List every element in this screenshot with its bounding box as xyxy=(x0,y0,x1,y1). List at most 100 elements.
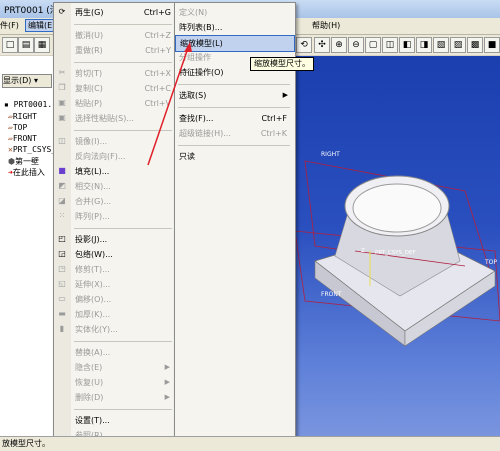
menu-item-label: 合并(G)... xyxy=(75,197,112,206)
tree-item[interactable]: ⬢第一壁 xyxy=(8,156,39,167)
zoom-in-icon[interactable]: ⊕ xyxy=(331,37,347,53)
wrap-icon: ◲ xyxy=(58,249,66,258)
annotation-arrow xyxy=(147,42,192,166)
menu-item-label: 镜像(I)... xyxy=(75,137,108,146)
csys-label: PRT_CSYS_DEF xyxy=(375,250,416,256)
wireframe-icon[interactable]: ▧ xyxy=(433,37,449,53)
menu-item-label: 再生(G) xyxy=(75,8,104,17)
menu-item[interactable]: ▮ 实体化(Y)... xyxy=(60,322,175,337)
refit-icon[interactable]: ▢ xyxy=(365,37,381,53)
menu-item[interactable]: 定义(N) xyxy=(175,5,293,20)
merge-icon: ◪ xyxy=(58,196,66,205)
axis-label-z: Z xyxy=(361,248,365,254)
graphics-viewport[interactable]: RIGHT TOP FRONT PRT_CSYS_DEF Z xyxy=(294,56,500,436)
save-icon[interactable]: ▦ xyxy=(34,37,50,53)
menu-item[interactable]: ◱ 延伸(X)... xyxy=(58,277,175,292)
menu-file[interactable]: 件(F) xyxy=(0,20,19,31)
part-icon: ▪ xyxy=(4,100,9,109)
shaded-icon[interactable]: ■ xyxy=(484,37,500,53)
menu-item-label: 重做(R) xyxy=(75,46,103,55)
menu-item-shortcut: Ctrl+G xyxy=(143,8,171,17)
model-hole xyxy=(352,183,442,233)
menu-item[interactable]: ◲ 包络(W)... xyxy=(58,247,175,262)
menu-help[interactable]: 帮助(H) xyxy=(312,20,340,31)
menu-item[interactable]: 阵列表(B)... xyxy=(175,20,293,35)
menu-item-label: 定义(N) xyxy=(179,8,208,17)
menu-item-label: 投影(J)... xyxy=(75,235,108,244)
trim-icon: ◳ xyxy=(58,264,66,273)
menu-item-label: 反向法向(F)... xyxy=(75,152,126,161)
status-text: 放模型尺寸。 xyxy=(2,439,50,448)
no-hidden-icon[interactable]: ▩ xyxy=(467,37,483,53)
tree-item[interactable]: ▱FRONT xyxy=(8,134,37,143)
model-tree-panel: ▪ PRT0001.PRT ▱RIGHT ▱TOP ▱FRONT ✕PRT_CS… xyxy=(0,56,67,436)
menu-item-label: 选择性粘贴(S)... xyxy=(75,114,134,123)
tree-item[interactable]: ▱RIGHT xyxy=(8,112,37,121)
feature-icon: ⬢ xyxy=(8,157,15,166)
menu-item[interactable]: ◰ 投影(J)... xyxy=(58,232,175,247)
menu-item-label: 复制(C) xyxy=(75,84,103,93)
menu-item[interactable]: ◩ 相交(N)... xyxy=(58,179,175,194)
menu-item[interactable]: 隐含(E) ▶ xyxy=(71,360,175,375)
menu-item-label: 剪切(T) xyxy=(75,69,103,78)
menu-item[interactable]: ⁙ 阵列(P)... xyxy=(59,209,175,224)
submenu-arrow-icon: ▶ xyxy=(164,363,170,371)
menu-item-label: 相交(N)... xyxy=(75,182,111,191)
datum-label-top: TOP xyxy=(484,259,497,266)
menu-separator xyxy=(74,409,172,410)
show-dropdown[interactable]: 显示(D) ▾ xyxy=(2,74,52,88)
menu-item-shortcut: Ctrl+K xyxy=(260,129,287,138)
menu-item[interactable]: 替换(A)... xyxy=(71,345,175,360)
tooltip: 缩放模型尺寸。 xyxy=(250,57,314,71)
mirror-icon: ◫ xyxy=(58,136,66,145)
spin-icon[interactable]: ✣ xyxy=(314,37,330,53)
status-bar: 放模型尺寸。 xyxy=(0,436,500,451)
offset-icon: ▭ xyxy=(58,294,66,303)
submenu-arrow-icon: ▶ xyxy=(164,378,170,386)
thicken-icon: ▬ xyxy=(58,309,66,318)
menu-item-label: 设置(T)... xyxy=(75,416,110,425)
menu-separator xyxy=(74,24,172,25)
menu-item[interactable]: ⟳ 再生(G) Ctrl+G xyxy=(59,5,175,20)
orient-icon[interactable]: ⟲ xyxy=(296,37,312,53)
menu-item[interactable]: ▬ 加厚(K)... xyxy=(58,307,175,322)
zoom-out-icon[interactable]: ⊖ xyxy=(348,37,364,53)
menu-item[interactable]: 恢复(U) ▶ xyxy=(71,375,175,390)
menu-item-label: 偏移(O)... xyxy=(75,295,112,304)
intersect-icon: ◩ xyxy=(58,181,66,190)
menu-item-label: 恢复(U) xyxy=(75,378,104,387)
submenu-arrow-icon: ▶ xyxy=(282,91,288,99)
menu-item[interactable]: ◳ 修剪(T)... xyxy=(58,262,175,277)
tree-item-label: RIGHT xyxy=(12,112,37,121)
tree-item[interactable]: ➜在此插入 xyxy=(8,167,45,178)
menu-item-label: 粘贴(P) xyxy=(75,99,103,108)
open-icon[interactable]: ▤ xyxy=(18,37,34,53)
menu-item[interactable]: 设置(T)... xyxy=(71,413,175,428)
repaint-icon[interactable]: ◫ xyxy=(382,37,398,53)
menu-item-label: 替换(A)... xyxy=(75,348,111,357)
regenerate-icon: ⟳ xyxy=(58,7,66,16)
menu-item[interactable]: ▭ 偏移(O)... xyxy=(58,292,175,307)
saved-views-icon[interactable]: ◧ xyxy=(399,37,415,53)
new-icon[interactable]: □ xyxy=(2,37,18,53)
tree-item-label: 第一壁 xyxy=(14,157,39,166)
menu-item-label: 修剪(T)... xyxy=(75,265,110,274)
menu-item-label: 阵列(P)... xyxy=(75,212,110,221)
menu-item[interactable]: ◪ 合并(G)... xyxy=(58,194,175,209)
menu-item-label: 加厚(K)... xyxy=(75,310,111,319)
menu-item-label: 包络(W)... xyxy=(75,250,113,259)
fill-icon: ■ xyxy=(58,166,66,175)
tree-item[interactable]: ▱TOP xyxy=(8,123,27,132)
menu-item-label: 删除(D) xyxy=(75,393,104,402)
menu-item-label: 延伸(X)... xyxy=(75,280,111,289)
menu-separator xyxy=(74,341,172,342)
tree-item-label: 在此插入 xyxy=(12,168,45,177)
menu-item-label: 实体化(Y)... xyxy=(75,325,118,334)
menu-item[interactable]: 删除(D) ▶ xyxy=(71,390,175,405)
watermark-logo xyxy=(388,397,498,437)
shading-icon[interactable]: ◨ xyxy=(416,37,432,53)
menu-item-label: 隐含(E) xyxy=(75,363,103,372)
model-view: RIGHT TOP FRONT PRT_CSYS_DEF Z xyxy=(294,151,500,347)
menu-item-label: 撤消(U) xyxy=(75,31,104,40)
hidden-line-icon[interactable]: ▨ xyxy=(450,37,466,53)
